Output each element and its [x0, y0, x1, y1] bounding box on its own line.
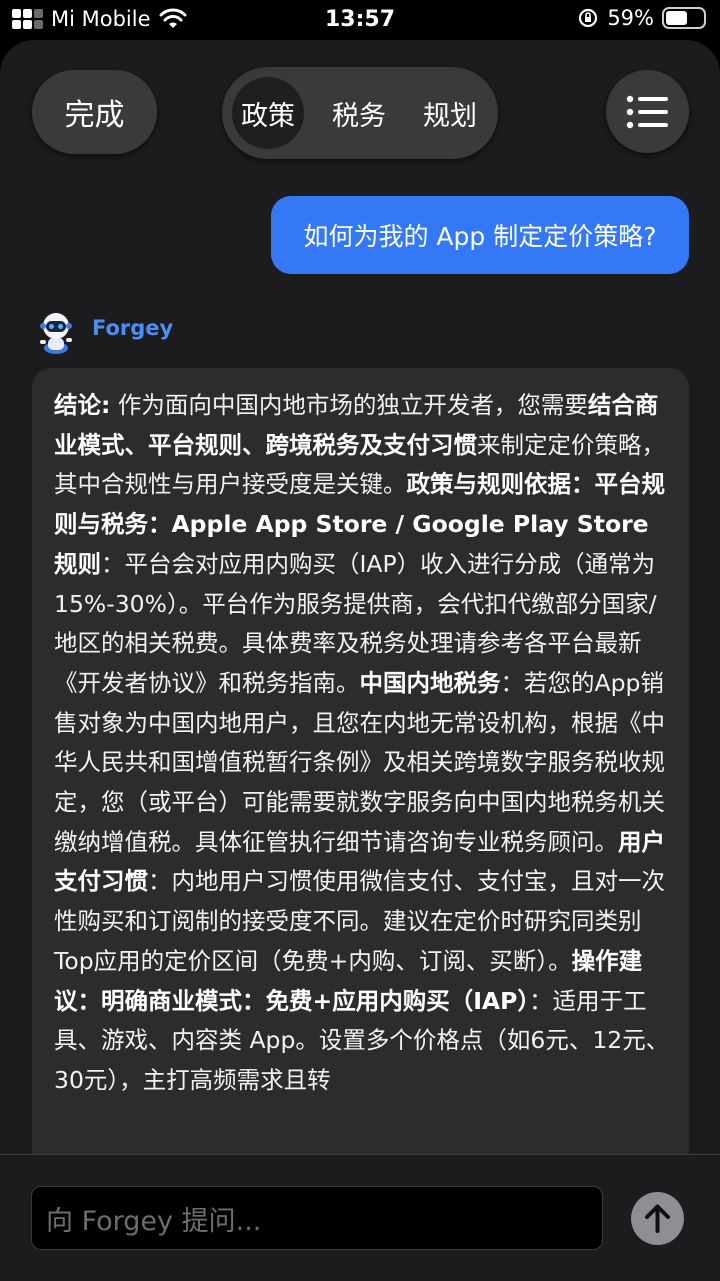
bot-avatar	[32, 308, 80, 356]
send-button[interactable]	[631, 1192, 684, 1245]
status-right: 59%	[577, 6, 706, 30]
composer-bar: 向 Forgey 提问...	[0, 1155, 720, 1281]
bot-answer-text: 结论: 作为面向中国内地市场的独立开发者，您需要结合商业模式、平台规则、跨境税务…	[54, 386, 674, 1101]
battery-percent: 59%	[607, 6, 654, 30]
robot-icon	[40, 313, 72, 354]
bot-name: Forgey	[92, 316, 174, 340]
tab-switcher: 政策 税务 规划	[222, 67, 498, 159]
answer-bold-segment: 中国内地税务	[359, 668, 501, 697]
user-message-bubble: 如何为我的 App 制定定价策略?	[271, 196, 689, 274]
menu-button[interactable]	[606, 70, 689, 153]
done-button[interactable]: 完成	[32, 70, 157, 154]
chat-sheet: 完成 政策 税务 规划 如何为我的 App 制定定价策略? Forgey 结论:…	[0, 40, 720, 1281]
bot-answer-card: 结论: 作为面向中国内地市场的独立开发者，您需要结合商业模式、平台规则、跨境税务…	[32, 368, 689, 1188]
battery-icon	[662, 7, 706, 29]
menu-list-icon	[626, 95, 668, 129]
answer-bold-segment: 结论:	[54, 391, 111, 419]
question-input[interactable]: 向 Forgey 提问...	[31, 1186, 603, 1250]
tab-planning[interactable]: 规划	[414, 77, 486, 149]
rotation-lock-icon	[579, 8, 598, 28]
arrow-up-icon	[645, 1204, 670, 1233]
tab-policy[interactable]: 政策	[232, 77, 304, 149]
status-bar: Mi Mobile 13:57 59%	[0, 0, 720, 40]
answer-text-segment: 作为面向中国内地市场的独立开发者，您需要	[110, 391, 588, 419]
battery-level	[666, 11, 688, 25]
tab-tax[interactable]: 税务	[323, 77, 395, 149]
